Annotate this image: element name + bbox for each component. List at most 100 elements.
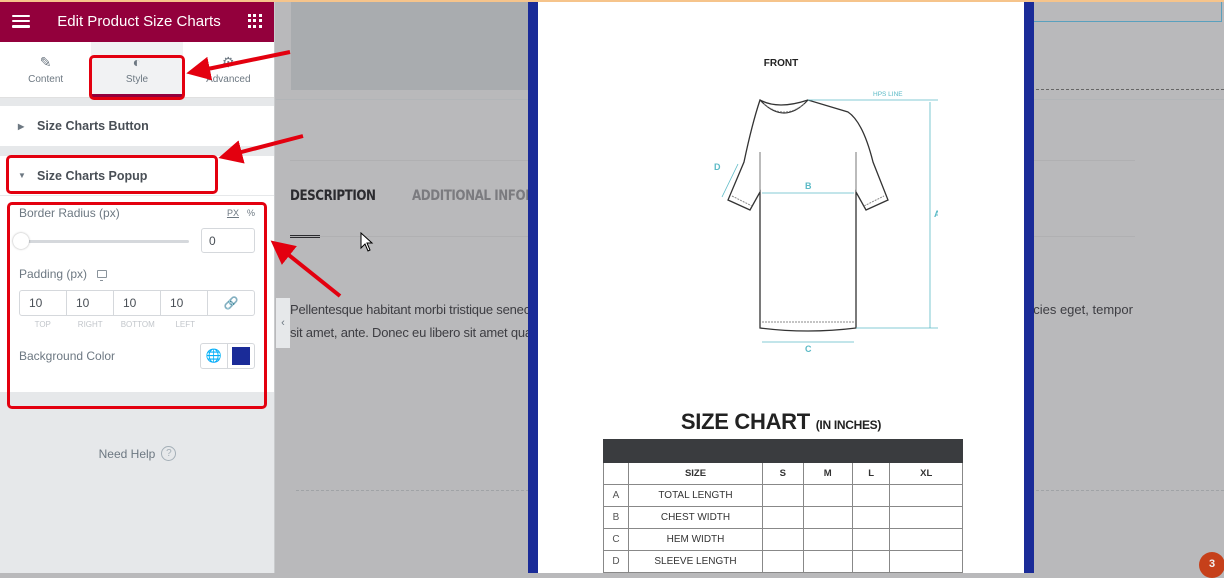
header-cell: M <box>802 462 853 485</box>
tab-content[interactable]: ✎ Content <box>0 42 91 97</box>
selected-element-outline <box>1026 2 1222 22</box>
size-chart-popup: FRONT HPS LINE A B C D SIZE CHART (IN IN… <box>528 2 1034 573</box>
panel-title: Edit Product Size Charts <box>57 12 221 30</box>
half-circle-icon: ◐ <box>132 53 142 70</box>
cell <box>851 506 891 529</box>
table-header-bar <box>603 439 963 463</box>
tab-label: Advanced <box>206 73 251 85</box>
label-right: RIGHT <box>77 320 103 329</box>
table-header-row: SIZE S M L XL <box>603 462 963 485</box>
measure-d-label: D <box>714 162 721 172</box>
size-chart-title: SIZE CHART (IN INCHES) <box>538 409 1024 435</box>
cell <box>762 528 804 551</box>
unit-percent[interactable]: % <box>247 208 255 218</box>
slider-thumb[interactable] <box>13 232 29 249</box>
unit-px[interactable]: PX <box>227 208 239 218</box>
hamburger-menu-icon[interactable] <box>12 14 30 28</box>
question-circle-icon: ? <box>161 446 177 461</box>
header-cell: S <box>762 462 804 485</box>
section-size-charts-button[interactable]: ▶ Size Charts Button <box>0 106 274 146</box>
widgets-grid-icon[interactable] <box>248 14 262 28</box>
color-swatch[interactable] <box>232 347 250 365</box>
header-cell: SIZE <box>628 462 763 485</box>
tab-additional-info[interactable]: ADDITIONAL INFOR <box>412 188 534 204</box>
product-tabs: DESCRIPTION ADDITIONAL INFOR <box>290 188 555 204</box>
desktop-responsive-icon[interactable] <box>97 270 108 281</box>
need-help-label: Need Help <box>98 446 156 461</box>
cell <box>889 484 963 507</box>
cell <box>889 550 963 573</box>
product-image-placeholder <box>291 2 531 90</box>
description-text-right: ricies eget, tempor <box>1026 302 1133 317</box>
label-left: LEFT <box>175 320 196 329</box>
slider-track <box>19 239 189 243</box>
background-color-label: Background Color <box>19 349 116 363</box>
tshirt-diagram: HPS LINE A B C D <box>714 91 938 354</box>
size-table: SIZE S M L XL A TOTAL LENGTH B CHEST WID… <box>603 439 963 573</box>
notification-badge[interactable]: 3 <box>1199 552 1224 578</box>
measure-a-label: A <box>934 209 938 219</box>
label-top: TOP <box>34 320 51 329</box>
panel-header: Edit Product Size Charts <box>0 0 274 42</box>
cell <box>851 484 891 507</box>
cell <box>851 528 891 551</box>
tab-label: Style <box>125 73 149 85</box>
row-letter: C <box>603 528 629 551</box>
table-row: B CHEST WIDTH <box>603 506 963 529</box>
need-help-link[interactable]: Need Help ? <box>0 446 275 461</box>
section-size-charts-popup[interactable]: ▼ Size Charts Popup <box>0 156 274 196</box>
padding-dimensions: 10 10 10 10 🔗 <box>19 290 255 316</box>
border-radius-label: Border Radius (px) <box>19 206 120 220</box>
padding-side-labels: TOP RIGHT BOTTOM LEFT <box>19 320 255 329</box>
popup-content: FRONT HPS LINE A B C D SIZE CHART (IN IN… <box>538 2 1024 573</box>
cell <box>802 484 853 507</box>
caret-right-icon: ▶ <box>18 121 25 131</box>
pencil-icon: ✎ <box>39 53 52 70</box>
cell <box>762 506 804 529</box>
padding-bottom-input[interactable]: 10 <box>114 291 161 315</box>
padding-top-input[interactable]: 10 <box>20 291 67 315</box>
border-radius-slider[interactable] <box>13 232 189 249</box>
tab-style[interactable]: ◐ Style <box>91 42 183 97</box>
unit-switcher: PX % <box>227 208 255 218</box>
cell <box>762 550 804 573</box>
mouse-cursor-icon <box>360 232 374 252</box>
background-color-control: 🌐 <box>200 343 255 369</box>
editor-panel: Edit Product Size Charts ✎ Content ◐ Sty… <box>0 0 275 573</box>
header-cell: XL <box>889 462 963 485</box>
row-letter: B <box>603 506 629 529</box>
globe-icon[interactable]: 🌐 <box>201 344 228 368</box>
collapse-panel-button[interactable]: ‹ <box>276 298 290 348</box>
cell <box>889 528 963 551</box>
front-label: FRONT <box>763 58 799 69</box>
padding-right-input[interactable]: 10 <box>67 291 114 315</box>
header-cell: L <box>851 462 891 485</box>
color-picker[interactable] <box>228 344 254 368</box>
row-name: CHEST WIDTH <box>628 506 763 529</box>
header-cell <box>603 462 629 485</box>
chart-title-text: SIZE CHART <box>680 409 810 434</box>
cell <box>762 484 804 507</box>
tab-advanced[interactable]: ⚙ Advanced <box>183 42 274 97</box>
table-row: C HEM WIDTH <box>603 528 963 551</box>
hps-label: HPS LINE <box>873 91 903 98</box>
popup-style-controls: Border Radius (px) PX % 0 Padding (px) 1… <box>0 196 274 392</box>
cell <box>802 528 853 551</box>
section-label: Size Charts Button <box>37 119 149 133</box>
cell <box>851 550 891 573</box>
row-letter: D <box>603 550 629 573</box>
caret-down-icon: ▼ <box>18 171 26 180</box>
padding-left-input[interactable]: 10 <box>161 291 208 315</box>
row-letter: A <box>603 484 629 507</box>
row-name: SLEEVE LENGTH <box>628 550 763 573</box>
tab-description[interactable]: DESCRIPTION <box>290 188 376 204</box>
section-label: Size Charts Popup <box>37 168 148 183</box>
row-name: TOTAL LENGTH <box>628 484 763 507</box>
measure-c-label: C <box>805 344 812 354</box>
chart-unit-text: (IN INCHES) <box>815 418 882 432</box>
link-values-icon[interactable]: 🔗 <box>208 291 254 315</box>
label-bottom: BOTTOM <box>120 320 155 329</box>
dashed-guide <box>1026 89 1224 90</box>
cell <box>802 550 853 573</box>
border-radius-input[interactable]: 0 <box>201 228 255 253</box>
